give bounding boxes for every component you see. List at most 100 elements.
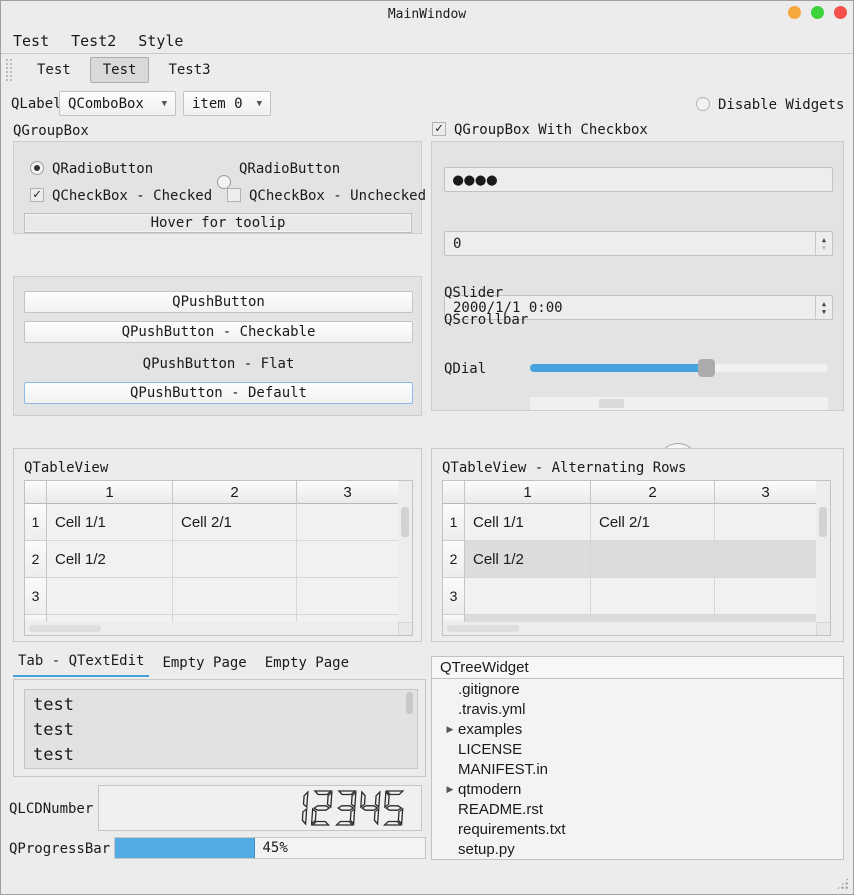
tree-item[interactable]: .gitignore [432,679,843,699]
tree-item[interactable]: ▶examples [432,719,843,739]
title-bar[interactable]: MainWindow [1,1,853,27]
menu-item-test2[interactable]: Test2 [71,32,116,50]
zoom-button[interactable] [811,6,824,19]
textedit[interactable]: testtesttest [24,689,418,769]
item-combobox[interactable]: item 0 ▼ [183,91,271,116]
scrollbar-thumb[interactable] [447,625,519,632]
table-cell[interactable] [715,615,817,622]
table-cell[interactable]: Cell 1/1 [47,504,173,541]
tab-empty-page-1[interactable]: Empty Page [157,652,251,677]
tab-empty-page-2[interactable]: Empty Page [260,652,354,677]
checkbox-checked[interactable]: ✓ [30,188,44,202]
table-row-header[interactable] [25,615,47,622]
table-cell[interactable] [173,541,297,578]
radio-button-unchecked[interactable] [217,175,231,189]
table-cell[interactable] [297,578,399,615]
tree-branch-icon[interactable]: ▶ [442,784,458,795]
spinbox-input[interactable]: 0 ▲▼ [444,231,833,256]
toolbar-button-test-1[interactable]: Test [24,57,84,83]
table-cell[interactable] [465,615,591,622]
tree-item[interactable]: requirements.txt [432,819,843,839]
table-row-header[interactable]: 1 [443,504,465,541]
table-cell[interactable] [297,615,399,622]
tree-header[interactable]: QTreeWidget [432,657,843,679]
tab-qtextedit[interactable]: Tab - QTextEdit [13,650,149,677]
hover-tooltip-button[interactable]: Hover for toolip [24,213,412,233]
table-horizontal-scrollbar[interactable] [443,622,816,635]
pushbutton-checkable[interactable]: QPushButton - Checkable [24,321,413,343]
checkbox-unchecked[interactable] [227,188,241,202]
table-column-header[interactable]: 2 [591,481,715,504]
table-cell[interactable] [715,504,817,541]
table-cell[interactable]: Cell 1/2 [47,541,173,578]
spin-down-icon[interactable]: ▼ [822,244,826,252]
table-horizontal-scrollbar[interactable] [25,622,398,635]
table-column-header[interactable]: 3 [715,481,817,504]
combobox[interactable]: QComboBox ▼ [59,91,176,116]
minimize-button[interactable] [788,6,801,19]
scrollbar-thumb[interactable] [819,507,827,537]
table-row-header[interactable]: 1 [25,504,47,541]
tree-item[interactable]: .travis.yml [432,699,843,719]
table-cell[interactable] [47,578,173,615]
menu-item-test[interactable]: Test [13,32,49,50]
menu-item-style[interactable]: Style [138,32,183,50]
tree-item[interactable]: ▶qtmodern [432,779,843,799]
table-corner-cell[interactable] [25,481,47,504]
tree-item[interactable]: MANIFEST.in [432,759,843,779]
table-cell[interactable] [591,615,715,622]
table-cell[interactable] [591,578,715,615]
table-cell[interactable] [297,541,399,578]
table-cell[interactable]: Cell 2/1 [173,504,297,541]
tree-item[interactable]: LICENSE [432,739,843,759]
table-cell[interactable] [591,541,715,578]
radio-button-checked[interactable] [30,161,44,175]
slider[interactable] [530,364,828,372]
spin-up-icon[interactable]: ▲ [822,300,826,308]
pushbutton-flat[interactable]: QPushButton - Flat [24,353,413,375]
textedit-scrollbar-thumb[interactable] [406,692,413,714]
table-cell[interactable] [465,578,591,615]
table-cell[interactable] [715,541,817,578]
table-cell[interactable] [47,615,173,622]
tree-branch-icon[interactable]: ▶ [442,724,458,735]
table-row-header[interactable] [443,615,465,622]
table-cell[interactable] [715,578,817,615]
table-row-header[interactable]: 2 [25,541,47,578]
toolbar-button-test-2[interactable]: Test [90,57,150,83]
table-cell[interactable]: Cell 1/1 [465,504,591,541]
tree-item[interactable]: README.rst [432,799,843,819]
table-column-header[interactable]: 2 [173,481,297,504]
scrollbar-thumb[interactable] [401,507,409,537]
table-cell[interactable]: Cell 1/2 [465,541,591,578]
tree-item[interactable]: setup.py [432,839,843,859]
disable-widgets-checkbox[interactable] [696,97,710,111]
table-vertical-scrollbar[interactable] [398,481,412,622]
pushbutton[interactable]: QPushButton [24,291,413,313]
spin-up-icon[interactable]: ▲ [822,236,826,244]
table-cell[interactable] [173,578,297,615]
table-cell[interactable] [297,504,399,541]
scrollbar[interactable] [530,397,828,410]
table-column-header[interactable]: 3 [297,481,399,504]
table-row-header[interactable]: 3 [25,578,47,615]
scrollbar-thumb[interactable] [599,399,624,408]
slider-handle[interactable] [698,359,715,377]
table-vertical-scrollbar[interactable] [816,481,830,622]
table-row-header[interactable]: 3 [443,578,465,615]
close-button[interactable] [834,6,847,19]
resize-grip-icon[interactable] [836,877,849,890]
table-column-header[interactable]: 1 [465,481,591,504]
groupbox-checkbox[interactable]: ✓ [432,122,446,136]
password-input[interactable]: ●●●● [444,167,833,192]
pushbutton-default[interactable]: QPushButton - Default [24,382,413,404]
table-corner-cell[interactable] [443,481,465,504]
toolbar-button-test3[interactable]: Test3 [155,57,223,83]
table-cell[interactable] [173,615,297,622]
table-row-header[interactable]: 2 [443,541,465,578]
table-cell[interactable]: Cell 2/1 [591,504,715,541]
spin-down-icon[interactable]: ▼ [822,308,826,316]
toolbar-drag-handle-icon[interactable] [5,58,12,82]
table-column-header[interactable]: 1 [47,481,173,504]
scrollbar-thumb[interactable] [29,625,101,632]
